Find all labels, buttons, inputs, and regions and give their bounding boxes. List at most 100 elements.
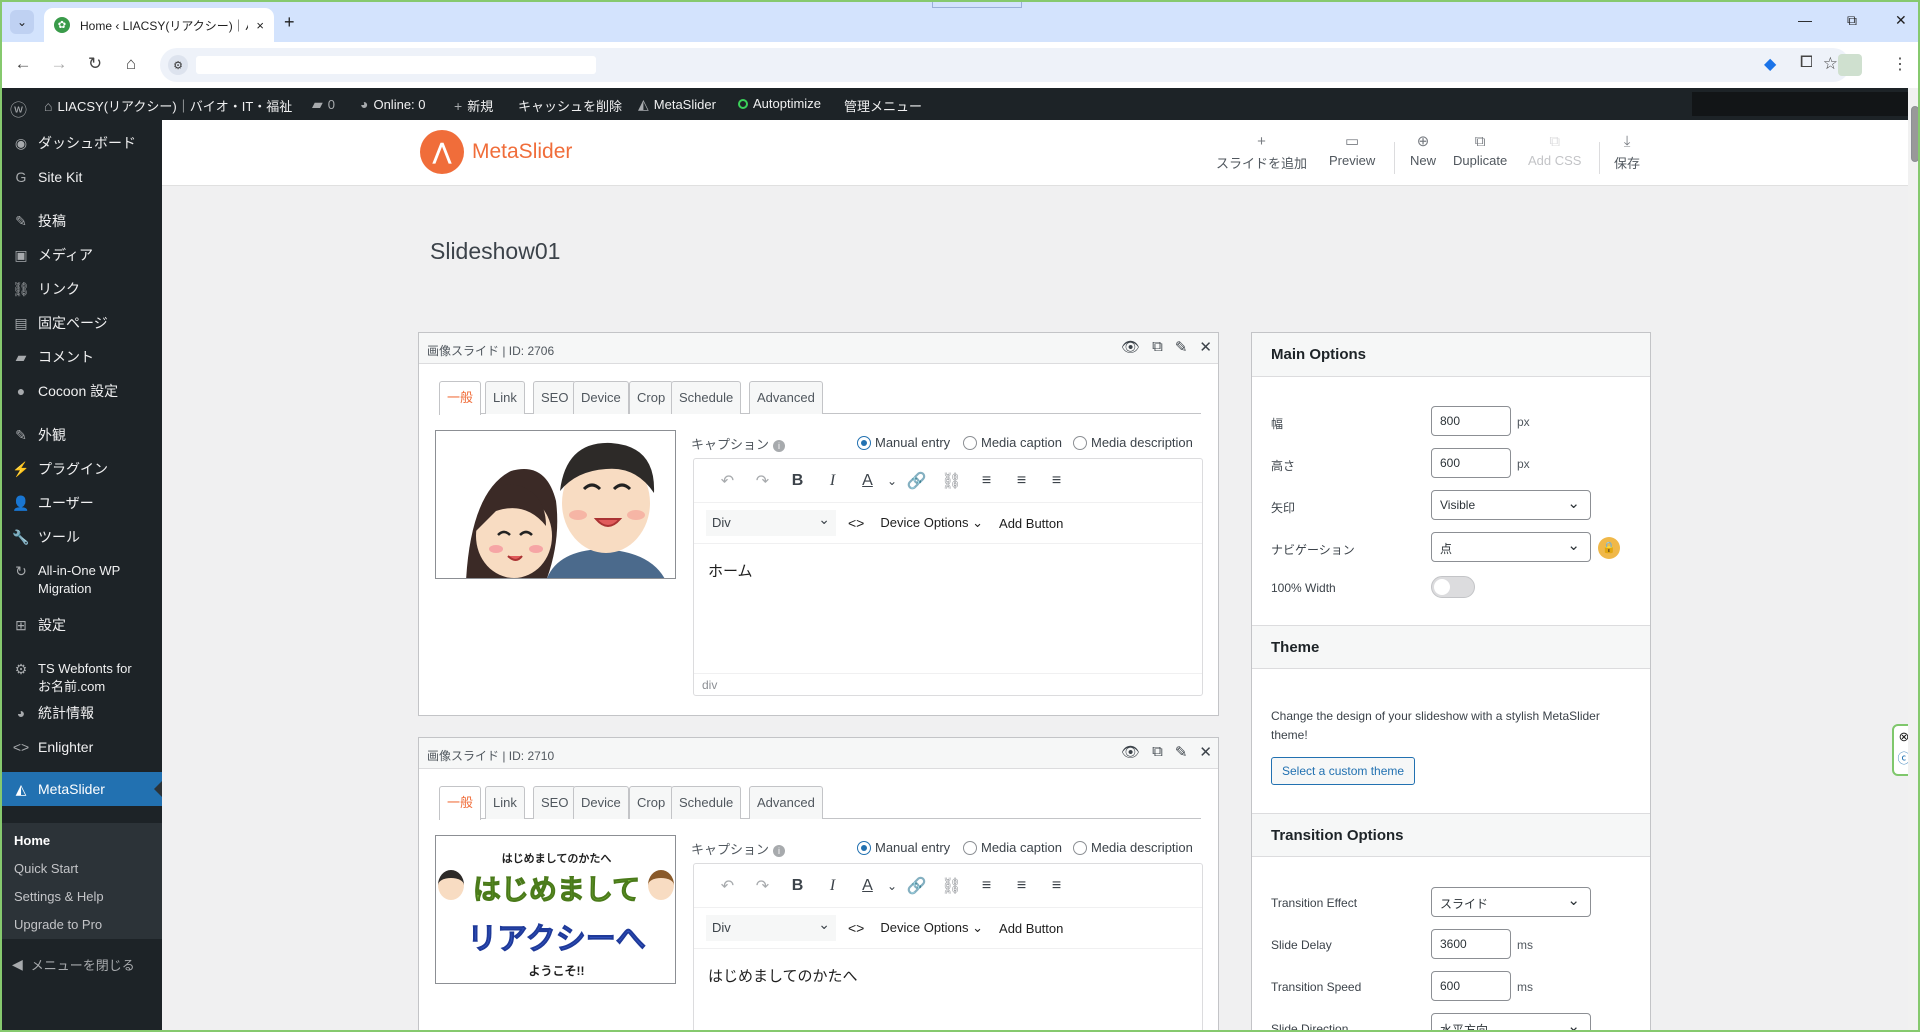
media-description-radio[interactable]: Media description (1073, 840, 1193, 855)
submenu-item[interactable]: Settings & Help (14, 889, 104, 904)
admin-menu-link[interactable]: 管理メニュー (844, 96, 922, 115)
close-tab-icon[interactable]: × (256, 18, 264, 33)
preview-button[interactable]: ▭ Preview (1329, 134, 1375, 169)
italic-icon[interactable]: I (815, 877, 850, 895)
slide-tab[interactable]: Link (485, 381, 525, 414)
address-bar[interactable]: ⚙ ☆ (160, 48, 1850, 82)
slide-tab[interactable]: SEO (533, 381, 577, 414)
slide-tab[interactable]: Crop (629, 381, 674, 414)
window-close-icon[interactable]: ✕ (1895, 12, 1907, 29)
transition-speed-input[interactable]: 600 (1431, 971, 1511, 1001)
sidebar-item-migration[interactable]: ↻ All-in-One WP Migration (2, 562, 162, 598)
slide-tab[interactable]: Schedule (671, 381, 742, 414)
wordpress-logo-icon[interactable]: ⓦ (10, 96, 27, 121)
home-icon[interactable]: ⌂ (120, 54, 142, 74)
drag-handle[interactable] (932, 2, 1022, 8)
restore-icon[interactable]: ⧉ (1847, 12, 1857, 29)
bold-icon[interactable]: B (780, 472, 815, 490)
device-options-dropdown[interactable]: Device Options ⌄ (880, 515, 983, 531)
full-width-toggle[interactable] (1431, 576, 1475, 598)
italic-icon[interactable]: I (815, 472, 850, 490)
forward-icon[interactable]: → (48, 54, 70, 74)
reload-icon[interactable]: ↻ (84, 54, 106, 74)
eye-icon[interactable]: 👁 (1121, 338, 1140, 356)
add-slide-button[interactable]: + スライドを追加 (1216, 134, 1307, 172)
duplicate-button[interactable]: ⧉ Duplicate (1453, 134, 1507, 169)
align-left-icon[interactable]: ≡ (969, 472, 1004, 490)
slide-tab[interactable]: 一般 (439, 786, 482, 820)
add-css-button[interactable]: ⧉ Add CSS (1528, 134, 1581, 169)
redo-icon[interactable]: ↷ (745, 471, 780, 491)
align-left-icon[interactable]: ≡ (969, 877, 1004, 895)
collapse-menu-button[interactable]: ◀ メニューを閉じる (12, 955, 135, 974)
color-chevron-icon[interactable]: ⌄ (885, 474, 899, 488)
autoptimize-link[interactable]: Autoptimize (738, 96, 821, 111)
align-center-icon[interactable]: ≡ (1004, 877, 1039, 895)
bookmark-star-icon[interactable]: ☆ (1823, 54, 1838, 74)
text-color-icon[interactable]: A (850, 472, 885, 490)
site-name-link[interactable]: ⌂ LIACSY(リアクシー)｜バイオ・IT・福祉 (44, 96, 292, 115)
manual-entry-radio[interactable]: Manual entry (857, 840, 950, 855)
width-input[interactable]: 800 (1431, 406, 1511, 436)
arrows-select[interactable]: Visible (1431, 490, 1591, 520)
info-icon[interactable]: i (773, 845, 786, 857)
slide-tab[interactable]: Crop (629, 786, 674, 819)
scrollbar-thumb[interactable] (1911, 106, 1918, 162)
navigation-select[interactable]: 点 (1431, 532, 1591, 562)
text-color-icon[interactable]: A (850, 877, 885, 895)
slide-delay-input[interactable]: 3600 (1431, 929, 1511, 959)
sidebar-item-dashboard[interactable]: ◉ ダッシュボード (2, 134, 162, 152)
slide-tab[interactable]: Advanced (749, 381, 823, 414)
select-theme-button[interactable]: Select a custom theme (1271, 757, 1416, 785)
delete-x-icon[interactable]: ✕ (1199, 338, 1212, 356)
account-area-redacted[interactable] (1692, 92, 1910, 116)
copy-icon[interactable]: ⧉ (1152, 743, 1163, 761)
sidebar-item-site-kit[interactable]: G Site Kit (2, 168, 162, 186)
minimize-icon[interactable]: — (1798, 12, 1812, 28)
align-right-icon[interactable]: ≡ (1039, 877, 1074, 895)
new-tab-button[interactable]: + (284, 12, 295, 33)
height-input[interactable]: 600 (1431, 448, 1511, 478)
bold-icon[interactable]: B (780, 877, 815, 895)
slide-tab[interactable]: Advanced (749, 786, 823, 819)
format-select[interactable]: Div (706, 915, 836, 941)
url-field[interactable] (196, 56, 596, 74)
submenu-item[interactable]: Upgrade to Pro (14, 917, 102, 932)
link-icon[interactable]: 🔗 (899, 471, 934, 491)
online-counter[interactable]: ◕ Online: 0 (360, 96, 426, 112)
sidebar-item-settings[interactable]: ⊞ 設定 (2, 616, 162, 634)
new-slideshow-button[interactable]: ⊕ New (1410, 134, 1436, 169)
more-menu-icon[interactable]: ⋮ (1892, 54, 1908, 74)
transition-options-header[interactable]: Transition Options (1252, 813, 1650, 857)
sidebar-item-enlighter[interactable]: <> Enlighter (2, 738, 162, 756)
align-center-icon[interactable]: ≡ (1004, 472, 1039, 490)
save-button[interactable]: ⤓ 保存 (1614, 134, 1640, 172)
media-caption-radio[interactable]: Media caption (963, 840, 1062, 855)
submenu-item[interactable]: Home (14, 833, 50, 848)
eye-icon[interactable]: 👁 (1121, 743, 1140, 761)
format-select[interactable]: Div (706, 510, 836, 536)
sidebar-item-media[interactable]: ▣ メディア (2, 246, 162, 264)
copy-icon[interactable]: ⧉ (1152, 338, 1163, 356)
sidebar-item-metaslider[interactable]: ◭ MetaSlider (2, 772, 162, 806)
editor-content[interactable]: ホーム (694, 543, 1202, 675)
sidebar-item-comments[interactable]: ▰ コメント (2, 348, 162, 366)
align-right-icon[interactable]: ≡ (1039, 472, 1074, 490)
slide-thumbnail[interactable] (435, 430, 676, 579)
back-icon[interactable]: ← (12, 54, 34, 74)
transition-effect-select[interactable]: スライド (1431, 887, 1591, 917)
add-button-link[interactable]: Add Button (999, 921, 1063, 936)
edit-pencil-icon[interactable]: ✎ (1175, 743, 1188, 761)
device-options-dropdown[interactable]: Device Options ⌄ (880, 920, 983, 936)
edit-pencil-icon[interactable]: ✎ (1175, 338, 1188, 356)
browser-tab[interactable]: ✿ Home ‹ LIACSY(リアクシー)｜バイオ × (44, 8, 274, 42)
extensions-puzzle-icon[interactable]: ⧠ (1800, 54, 1813, 72)
slide-tab[interactable]: Schedule (671, 786, 742, 819)
slide-tab[interactable]: 一般 (439, 381, 482, 415)
metaslider-bar-link[interactable]: ◭ MetaSlider (638, 96, 716, 113)
sidebar-item-appearance[interactable]: ✎ 外観 (2, 426, 162, 444)
tab-search-button[interactable]: ⌄ (10, 10, 34, 34)
editor-content[interactable]: はじめましてのかたへ (694, 948, 1202, 1030)
source-code-icon[interactable]: <> (848, 515, 864, 531)
delete-x-icon[interactable]: ✕ (1199, 743, 1212, 761)
